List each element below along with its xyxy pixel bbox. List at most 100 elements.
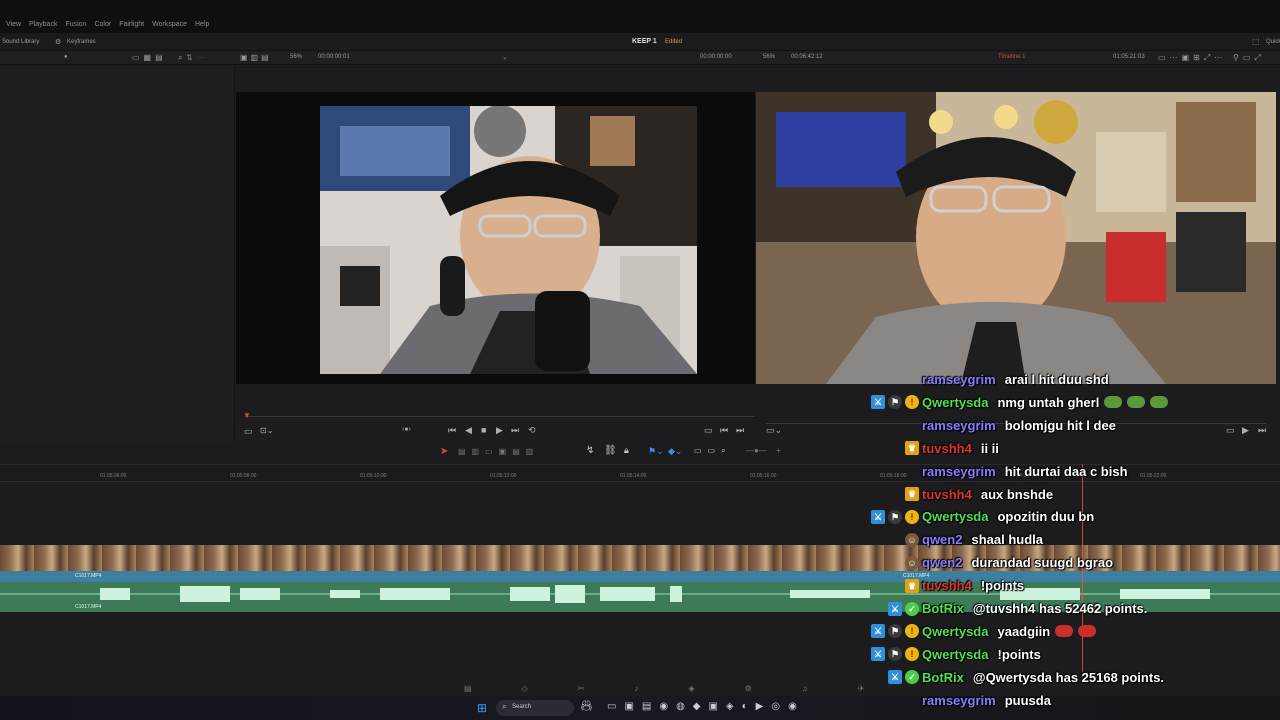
play-reverse-icon[interactable]: ◀ xyxy=(465,425,472,436)
quick-export-label[interactable]: Quick xyxy=(1266,39,1280,45)
taskbar-search[interactable]: ⌕ Search xyxy=(496,700,574,716)
widgets-icon[interactable]: 🦀︎ xyxy=(580,701,593,712)
maximize-icon[interactable]: ⬚ xyxy=(1252,37,1260,46)
start-icon[interactable]: ⊞ xyxy=(477,701,487,715)
snapping-icon[interactable]: ↯ xyxy=(586,445,594,456)
chat-message-text: bolomjgu hit l dee xyxy=(1004,417,1116,433)
keyframes-icon[interactable]: ⚙ xyxy=(55,38,61,46)
menu-item-help[interactable]: Help xyxy=(195,21,209,28)
ruler-tick: 01:05:16:00 xyxy=(750,473,777,479)
taskbar-app-icons[interactable]: ▭▣▤◉◍◆▣◈◐▶◎◉ xyxy=(607,701,805,712)
chat-message: ramseygrim bolomjgu hit l dee xyxy=(922,418,1116,433)
mod-badge-icon: ⚔ xyxy=(888,601,902,616)
source-playhead-icon[interactable]: ▼ xyxy=(243,411,251,420)
menu-item-color[interactable]: Color xyxy=(94,21,111,28)
keyframes-button[interactable]: Keyframes xyxy=(67,39,96,45)
loop-icon[interactable]: ⟲ xyxy=(528,425,536,436)
chat-username: BotRix xyxy=(922,669,964,685)
zoom-in-icon[interactable]: + xyxy=(776,446,781,455)
avatar-badge-icon: ☺ xyxy=(905,532,919,547)
next-edit-icon[interactable]: ⏭ xyxy=(736,425,744,436)
menu-item-fairlight[interactable]: Fairlight xyxy=(119,21,144,28)
chat-username: qwen2 xyxy=(922,532,963,548)
chat-username: Qwertysda xyxy=(922,394,989,410)
sub-badge-icon: ! xyxy=(905,647,919,662)
chat-message-text: !points xyxy=(980,578,1025,594)
menu-item-workspace[interactable]: Workspace xyxy=(152,21,187,28)
vip-badge-icon: ⚑ xyxy=(888,395,902,410)
match-frame-icon[interactable]: ▭ xyxy=(704,425,713,436)
chat-message-text: aux bnshde xyxy=(980,486,1054,502)
chevron-down-icon[interactable]: ⌄ xyxy=(502,53,508,61)
chat-username: ramseygrim xyxy=(922,417,996,433)
emote-icon xyxy=(1150,396,1169,409)
chat-message: ⚔ ⚑! Qwertysda !points xyxy=(871,647,1041,662)
zoom-mode-icons[interactable]: ▭▭⌕ xyxy=(694,446,732,456)
flag-icon[interactable]: ⚑⌄ xyxy=(648,446,664,457)
menu-item-fusion[interactable]: Fusion xyxy=(65,21,86,28)
chat-username: Qwertysda xyxy=(922,509,989,525)
video-clip-name: C1017.MP4 xyxy=(75,573,102,579)
source-video-frame xyxy=(320,106,697,374)
slider-handle-icon[interactable]: ● xyxy=(64,54,68,60)
chat-message-text: !points xyxy=(997,646,1041,662)
play-icon[interactable]: ▶ xyxy=(496,425,503,436)
chat-username: ramseygrim xyxy=(922,463,996,479)
chat-message: ramseygrim puusda xyxy=(922,693,1051,708)
ruler-tick: 01:05:10:00 xyxy=(360,473,387,479)
menu-item-view[interactable]: View xyxy=(6,21,21,28)
edit-mode-icons[interactable]: ▤▥▭▣▤▥ xyxy=(458,447,539,456)
chat-message: ⚔ ⚑! Qwertysda yaadgiin xyxy=(871,624,1097,639)
emote-icon xyxy=(1104,396,1123,409)
linked-selection-icon[interactable]: ⛓ xyxy=(604,445,617,456)
chat-message: ramseygrim arai l hit duu shd xyxy=(922,372,1109,387)
window-icons[interactable]: ⚲▭⤢ xyxy=(1233,53,1265,63)
chat-message-text: nmg untah gherl xyxy=(997,394,1100,410)
chat-message: ⚔ ⚑! Qwertysda opozitin duu bn xyxy=(871,509,1094,524)
zoom-slider[interactable]: —●— xyxy=(746,446,767,455)
avatar-badge-icon: ☺ xyxy=(905,555,919,570)
marker-icon[interactable]: ◆⌄ xyxy=(668,446,682,457)
timeline-selector[interactable]: Timeline 1 xyxy=(998,54,1025,60)
ruler-tick: 01:05:12:00 xyxy=(490,473,517,479)
source-scrubber[interactable] xyxy=(245,416,755,417)
menu-item-playback[interactable]: Playback xyxy=(29,21,57,28)
source-zoom[interactable]: 56% xyxy=(290,54,302,60)
viewer-layout-icon[interactable]: ▭ xyxy=(244,426,253,437)
selection-tool-icon[interactable]: ➤ xyxy=(440,446,448,457)
stop-icon[interactable]: ■ xyxy=(481,425,486,435)
view-mode-icons[interactable]: ▭▦▤ xyxy=(132,53,167,62)
position-lock-icon[interactable]: 🔒︎ xyxy=(624,445,629,456)
program-timecode-right: 01:05:21:03 xyxy=(1113,54,1145,60)
search-sort-icons[interactable]: ⌕⇅⋯ xyxy=(178,53,209,63)
source-viewer[interactable] xyxy=(236,92,755,384)
mod-badge-icon: ⚔ xyxy=(888,670,902,685)
program-viewer-options-icon[interactable]: ▭⌄ xyxy=(766,425,782,436)
chat-message-text: puusda xyxy=(1004,692,1051,708)
mod-badge-icon: ⚔ xyxy=(871,509,885,524)
mod-badge-icon: ⚔ xyxy=(871,624,885,639)
layout-icons[interactable]: ▣▥▤ xyxy=(240,53,272,62)
go-to-end-icon[interactable]: ⏭ xyxy=(511,425,519,436)
go-to-start-icon[interactable]: ⏮ xyxy=(448,425,456,436)
chat-message: ♛ tuvshh4 ii ii xyxy=(905,441,999,456)
top-toolbar: Sound Library ⚙ Keyframes KEEP 1 Edited … xyxy=(0,33,1280,51)
jog-icon[interactable]: ‹●› xyxy=(402,426,411,433)
chat-username: tuvshh4 xyxy=(922,440,972,456)
program-zoom[interactable]: 56% xyxy=(763,54,775,60)
chat-message: ☺ qwen2 shaal hudla xyxy=(905,532,1043,547)
chat-username: tuvshh4 xyxy=(922,486,972,502)
crown-badge-icon: ♛ xyxy=(905,578,919,593)
menu-bar: View Playback Fusion Color Fairlight Workspac… xyxy=(0,0,1280,33)
project-title: KEEP 1 xyxy=(632,38,657,45)
edited-status: Edited xyxy=(665,39,683,45)
program-viewer[interactable] xyxy=(756,92,1276,384)
chat-overlay: ramseygrim arai l hit duu shd ⚔ ⚑! Qwertysda… xyxy=(840,372,1280,720)
sound-library-button[interactable]: Sound Library xyxy=(2,39,39,45)
emote-icon xyxy=(1055,625,1074,638)
viewer-options-icons[interactable]: ▭⋯▣⊞⤢⋯ xyxy=(1158,53,1226,63)
chat-username: tuvshh4 xyxy=(922,578,972,594)
prev-edit-icon[interactable]: ⏮ xyxy=(720,425,728,436)
clip-options-icon[interactable]: ⊡⌄ xyxy=(260,426,273,435)
chat-username: ramseygrim xyxy=(922,692,996,708)
